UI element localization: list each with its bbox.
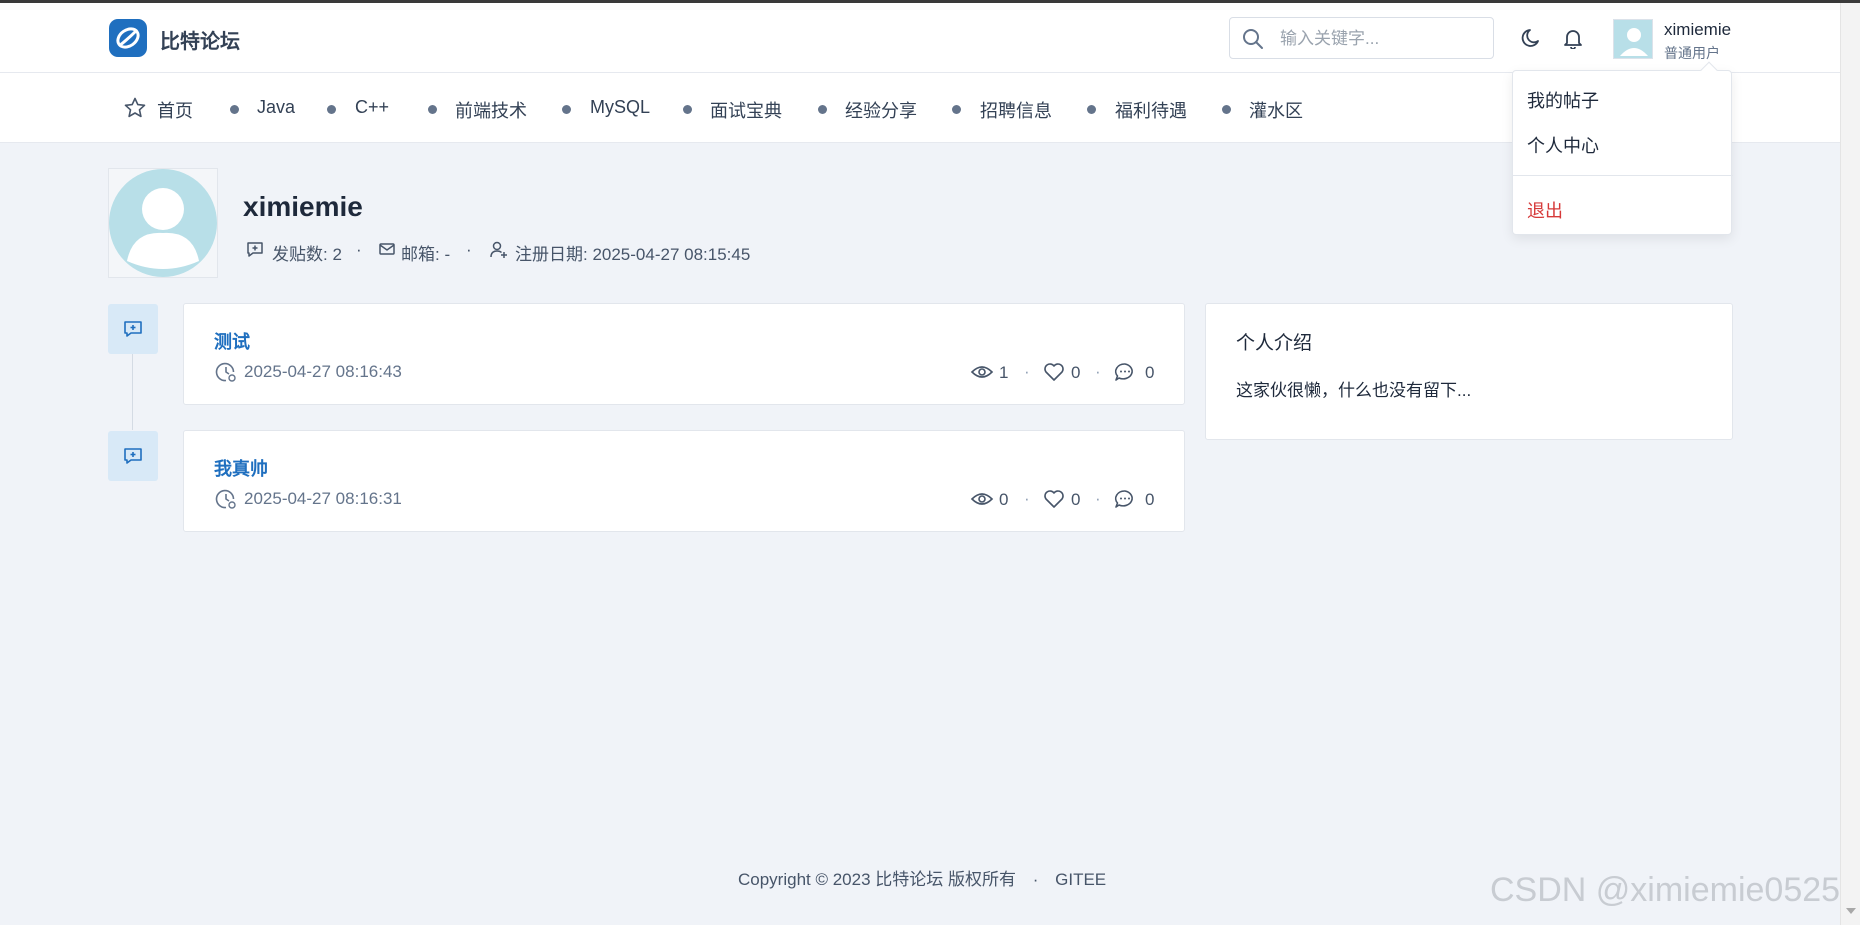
- nav-dot: [230, 105, 239, 114]
- post-comments: 0: [1145, 490, 1155, 509]
- profile-avatar: [108, 168, 218, 278]
- nav-dot: [1222, 105, 1231, 114]
- intro-card: 个人介绍 这家伙很懒，什么也没有留下...: [1205, 303, 1733, 440]
- page-scrollbar[interactable]: [1840, 3, 1860, 925]
- dropdown-divider: [1513, 175, 1733, 176]
- post-date: 2025-04-27 08:16:31: [244, 489, 402, 508]
- comment-icon: [1114, 490, 1133, 508]
- post-title[interactable]: 测试: [214, 328, 250, 354]
- eye-icon: [970, 493, 994, 505]
- nav-dot: [952, 105, 961, 114]
- message-plus-icon: [124, 321, 142, 337]
- mail-icon: [379, 243, 395, 255]
- nav-dot: [562, 105, 571, 114]
- menu-item-logout[interactable]: 退出: [1527, 197, 1563, 223]
- heart-icon[interactable]: [1043, 489, 1065, 509]
- message-plus-icon: [124, 448, 142, 464]
- search-icon: [1243, 29, 1263, 49]
- default-avatar-icon: [1614, 20, 1652, 58]
- nav-item-experience[interactable]: 经验分享: [845, 97, 917, 123]
- search-box[interactable]: [1229, 17, 1494, 59]
- nav-dot: [818, 105, 827, 114]
- intro-text: 这家伙很懒，什么也没有留下...: [1236, 381, 1472, 400]
- nav-dot: [1087, 105, 1096, 114]
- meta-separator: ·: [356, 240, 362, 259]
- profile-name: ximiemie: [243, 191, 363, 222]
- comment-icon: [1114, 363, 1133, 381]
- footer-gitee-link[interactable]: GITEE: [1055, 870, 1106, 889]
- brand-name[interactable]: 比特论坛: [160, 25, 240, 54]
- moon-icon[interactable]: [1521, 27, 1543, 49]
- nav-item-java[interactable]: Java: [257, 97, 295, 118]
- stat-separator: ·: [1024, 489, 1030, 508]
- nav-item-frontend[interactable]: 前端技术: [455, 97, 527, 123]
- user-dropdown-menu: 我的帖子 个人中心 退出: [1512, 61, 1733, 235]
- timeline-line: [132, 354, 133, 430]
- post-views: 0: [999, 490, 1009, 509]
- nav-dot: [327, 105, 336, 114]
- footer: Copyright © 2023 比特论坛 版权所有 · GITEE: [738, 865, 1106, 890]
- nav-item-interview[interactable]: 面试宝典: [710, 97, 782, 123]
- post-card[interactable]: 我真帅 2025-04-27 08:16:31 0 · 0 · 0: [183, 430, 1185, 532]
- eye-icon: [970, 366, 994, 378]
- footer-copyright: Copyright © 2023 比特论坛 版权所有: [738, 870, 1016, 889]
- user-plus-icon: [490, 241, 507, 258]
- user-name[interactable]: ximiemie: [1664, 20, 1731, 40]
- stat-separator: ·: [1095, 362, 1101, 381]
- user-avatar[interactable]: [1613, 19, 1653, 59]
- profile-register-date: 注册日期: 2025-04-27 08:15:45: [515, 245, 751, 264]
- heart-icon[interactable]: [1043, 362, 1065, 382]
- nav-dot: [428, 105, 437, 114]
- logo-icon[interactable]: [109, 19, 147, 57]
- meta-separator: ·: [466, 240, 472, 259]
- search-input[interactable]: [1280, 26, 1480, 52]
- scroll-down-arrow-icon[interactable]: [1846, 908, 1856, 914]
- stat-separator: ·: [1095, 489, 1101, 508]
- user-role: 普通用户: [1664, 45, 1720, 61]
- post-card[interactable]: 测试 2025-04-27 08:16:43 1 · 0 · 0: [183, 303, 1185, 405]
- message-plus-icon: [247, 242, 263, 257]
- menu-item-profile[interactable]: 个人中心: [1527, 132, 1599, 158]
- nav-dot: [683, 105, 692, 114]
- intro-title: 个人介绍: [1236, 333, 1313, 354]
- nav-item-jobs[interactable]: 招聘信息: [980, 97, 1052, 123]
- profile-post-count: 发贴数: 2: [272, 245, 342, 264]
- post-likes: 0: [1071, 490, 1081, 509]
- clock-icon: [215, 362, 236, 382]
- timeline-badge: [108, 431, 158, 481]
- post-date: 2025-04-27 08:16:43: [244, 362, 402, 381]
- nav-item-mysql[interactable]: MySQL: [590, 97, 650, 118]
- bell-icon[interactable]: [1562, 27, 1584, 49]
- star-icon: [124, 97, 146, 118]
- default-avatar-icon: [109, 169, 217, 277]
- menu-item-my-posts[interactable]: 我的帖子: [1527, 87, 1599, 113]
- nav-item-home[interactable]: 首页: [157, 97, 193, 123]
- watermark: CSDN @ximiemie0525: [1490, 871, 1841, 909]
- profile-email: 邮箱: -: [401, 245, 451, 264]
- post-comments: 0: [1145, 363, 1155, 382]
- top-header: 比特论坛 ximiemie 普通用户: [0, 3, 1840, 73]
- nav-item-watering[interactable]: 灌水区: [1249, 97, 1303, 123]
- timeline-badge: [108, 304, 158, 354]
- post-title[interactable]: 我真帅: [214, 455, 268, 481]
- post-views: 1: [999, 363, 1009, 382]
- clock-icon: [215, 489, 236, 509]
- stat-separator: ·: [1024, 362, 1030, 381]
- footer-separator: ·: [1032, 870, 1039, 889]
- nav-item-cpp[interactable]: C++: [355, 97, 389, 118]
- post-likes: 0: [1071, 363, 1081, 382]
- nav-item-welfare[interactable]: 福利待遇: [1115, 97, 1187, 123]
